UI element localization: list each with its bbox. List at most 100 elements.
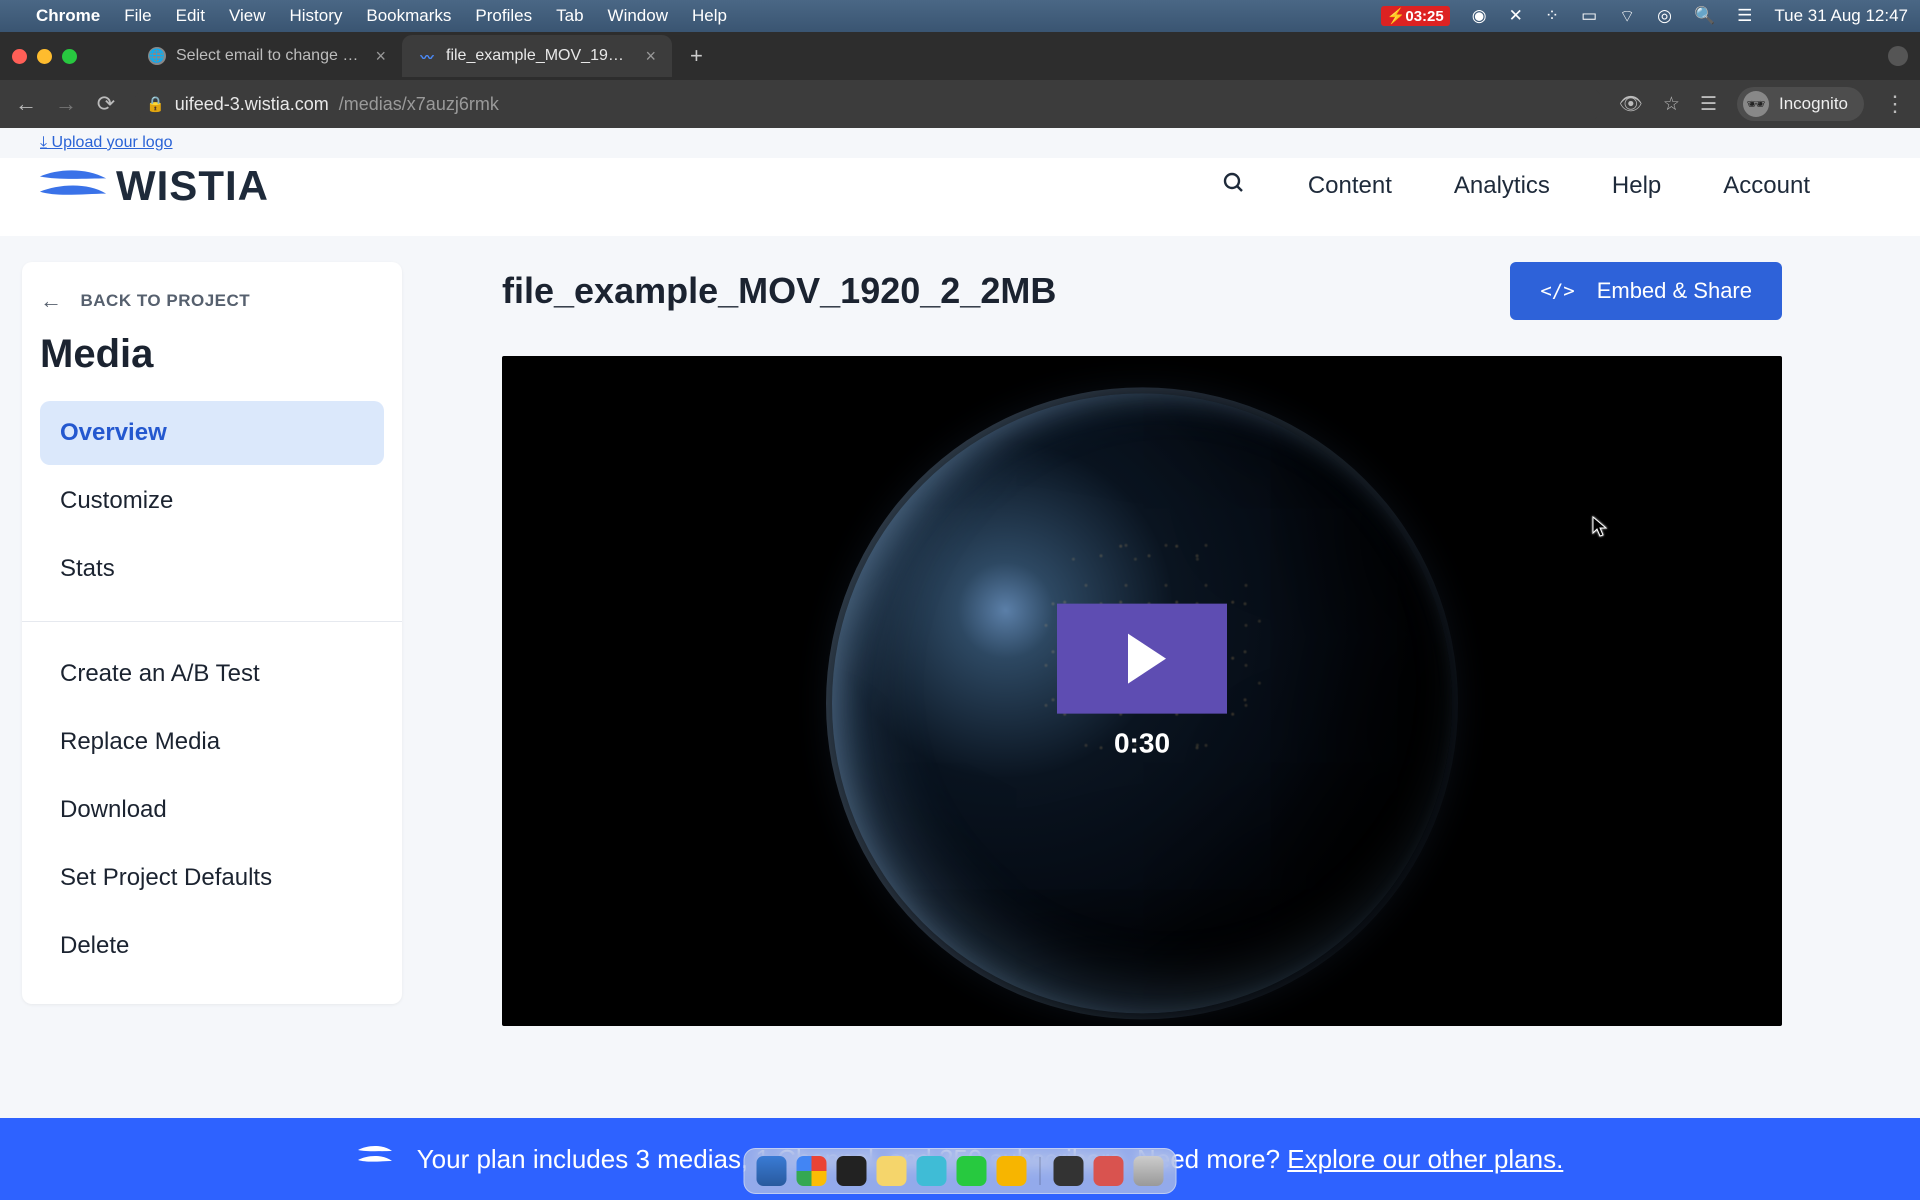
search-button[interactable] <box>1222 171 1246 202</box>
play-button[interactable] <box>1057 604 1227 714</box>
url-domain: uifeed-3.wistia.com <box>175 94 329 115</box>
menubar-bookmarks[interactable]: Bookmarks <box>366 6 451 26</box>
menubar-tab[interactable]: Tab <box>556 6 583 26</box>
menubar-edit[interactable]: Edit <box>176 6 205 26</box>
macos-dock <box>744 1148 1177 1194</box>
dock-app-notes[interactable] <box>877 1156 907 1186</box>
sidebar-item-overview[interactable]: Overview <box>40 401 384 465</box>
window-zoom-button[interactable] <box>62 49 77 64</box>
bookmark-star-icon[interactable]: ☆ <box>1663 93 1680 116</box>
nav-forward-button[interactable]: → <box>54 91 78 117</box>
control-center-icon[interactable]: ◎ <box>1657 6 1672 26</box>
menubar-window[interactable]: Window <box>608 6 668 26</box>
browser-tab-strip: 🌐 Select email to change | Django × 〰 fi… <box>0 32 1920 80</box>
menubar-history[interactable]: History <box>289 6 342 26</box>
video-duration: 0:30 <box>1057 728 1227 760</box>
lock-icon[interactable]: 🔒 <box>146 95 165 113</box>
nav-content[interactable]: Content <box>1308 172 1392 200</box>
status-icon-3[interactable]: ⁘ <box>1545 6 1559 26</box>
media-sidebar: ← BACK TO PROJECT Media Overview Customi… <box>22 262 402 1004</box>
status-icon-2[interactable]: ✕ <box>1509 6 1523 26</box>
sidebar-item-customize[interactable]: Customize <box>40 469 384 533</box>
brand-name: WISTIA <box>116 162 269 210</box>
tab-close-icon[interactable]: × <box>645 46 656 67</box>
sidebar-item-download[interactable]: Download <box>40 778 384 842</box>
eye-off-icon[interactable]: 👁 <box>1619 92 1643 116</box>
primary-nav: Content Analytics Help Account <box>1222 171 1810 202</box>
dock-app-8[interactable] <box>1054 1156 1084 1186</box>
sidebar-item-ab-test[interactable]: Create an A/B Test <box>40 642 384 706</box>
spotlight-icon[interactable]: 🔍 <box>1694 6 1715 26</box>
media-title[interactable]: file_example_MOV_1920_2_2MB <box>502 270 1056 312</box>
wistia-logo-icon <box>38 164 108 208</box>
brand-logo[interactable]: WISTIA <box>38 162 269 210</box>
browser-tab[interactable]: 🌐 Select email to change | Django × <box>132 35 402 77</box>
page-root: ⤓ Upload your logo WISTIA Content Analyt… <box>0 128 1920 1200</box>
wistia-favicon-icon: 〰 <box>418 47 436 65</box>
menubar-clock[interactable]: Tue 31 Aug 12:47 <box>1774 6 1908 26</box>
notifications-icon[interactable]: ☰ <box>1737 6 1752 26</box>
nav-help[interactable]: Help <box>1612 172 1661 200</box>
media-main: file_example_MOV_1920_2_2MB </> Embed & … <box>502 262 1782 1026</box>
sidebar-item-replace-media[interactable]: Replace Media <box>40 710 384 774</box>
play-icon <box>1128 634 1166 684</box>
browser-tab-active[interactable]: 〰 file_example_MOV_1920_2_2M × <box>402 35 672 77</box>
nav-account[interactable]: Account <box>1723 172 1810 200</box>
dock-app-7[interactable] <box>997 1156 1027 1186</box>
battery-status[interactable]: ⚡03:25 <box>1381 6 1450 26</box>
app-header: WISTIA Content Analytics Help Account <box>0 158 1920 236</box>
sidebar-item-set-defaults[interactable]: Set Project Defaults <box>40 846 384 910</box>
upload-logo-link[interactable]: ⤓ Upload your logo <box>40 134 173 151</box>
dock-app-chrome[interactable] <box>797 1156 827 1186</box>
embed-share-button[interactable]: </> Embed & Share <box>1510 262 1782 320</box>
dock-app-9[interactable] <box>1094 1156 1124 1186</box>
tab-close-icon[interactable]: × <box>375 46 386 67</box>
globe-icon: 🌐 <box>148 47 166 65</box>
nav-reload-button[interactable]: ⟳ <box>94 91 118 117</box>
menubar-view[interactable]: View <box>229 6 266 26</box>
wifi-icon[interactable]: ⌔ <box>1619 6 1635 27</box>
sidebar-divider <box>22 621 402 622</box>
incognito-indicator-icon[interactable] <box>1888 46 1908 66</box>
video-player[interactable]: 0:30 <box>502 356 1782 1026</box>
promo-explore-link[interactable]: Explore our other plans. <box>1287 1144 1563 1174</box>
dock-app-terminal[interactable] <box>837 1156 867 1186</box>
reading-list-icon[interactable]: ☰ <box>1700 93 1717 116</box>
sidebar-item-delete[interactable]: Delete <box>40 914 384 978</box>
menubar-file[interactable]: File <box>124 6 151 26</box>
arrow-left-icon: ← <box>40 288 63 314</box>
menubar-app-name[interactable]: Chrome <box>36 6 100 26</box>
tab-title: file_example_MOV_1920_2_2M <box>446 47 629 65</box>
back-label: BACK TO PROJECT <box>81 291 251 311</box>
incognito-badge[interactable]: 🕶 Incognito <box>1737 87 1864 121</box>
nav-back-button[interactable]: ← <box>14 91 38 117</box>
sidebar-item-stats[interactable]: Stats <box>40 537 384 601</box>
tab-title: Select email to change | Django <box>176 47 359 65</box>
window-minimize-button[interactable] <box>37 49 52 64</box>
macos-menubar: Chrome File Edit View History Bookmarks … <box>0 0 1920 32</box>
incognito-label: Incognito <box>1779 94 1848 114</box>
window-close-button[interactable] <box>12 49 27 64</box>
url-path: /medias/x7auzj6rmk <box>339 94 499 115</box>
browser-toolbar: ← → ⟳ 🔒 uifeed-3.wistia.com/medias/x7auz… <box>0 80 1920 128</box>
dock-trash[interactable] <box>1134 1156 1164 1186</box>
browser-menu-button[interactable]: ⋮ <box>1884 91 1906 117</box>
upload-logo-banner: ⤓ Upload your logo <box>0 128 1920 158</box>
status-icon-1[interactable]: ◉ <box>1472 6 1487 26</box>
menubar-help[interactable]: Help <box>692 6 727 26</box>
sidebar-title: Media <box>40 332 384 377</box>
embed-share-label: Embed & Share <box>1597 278 1752 304</box>
nav-analytics[interactable]: Analytics <box>1454 172 1550 200</box>
dock-app-6[interactable] <box>957 1156 987 1186</box>
dock-app-5[interactable] <box>917 1156 947 1186</box>
menubar-profiles[interactable]: Profiles <box>475 6 532 26</box>
dock-app-finder[interactable] <box>757 1156 787 1186</box>
address-bar[interactable]: 🔒 uifeed-3.wistia.com/medias/x7auzj6rmk <box>134 86 1603 122</box>
battery-icon[interactable]: ▭ <box>1581 6 1597 26</box>
wistia-logo-small-icon <box>357 1143 393 1176</box>
code-icon: </> <box>1540 280 1574 302</box>
incognito-icon: 🕶 <box>1743 91 1769 117</box>
window-controls <box>12 49 77 64</box>
new-tab-button[interactable]: + <box>672 43 721 69</box>
back-to-project-link[interactable]: ← BACK TO PROJECT <box>40 288 384 314</box>
